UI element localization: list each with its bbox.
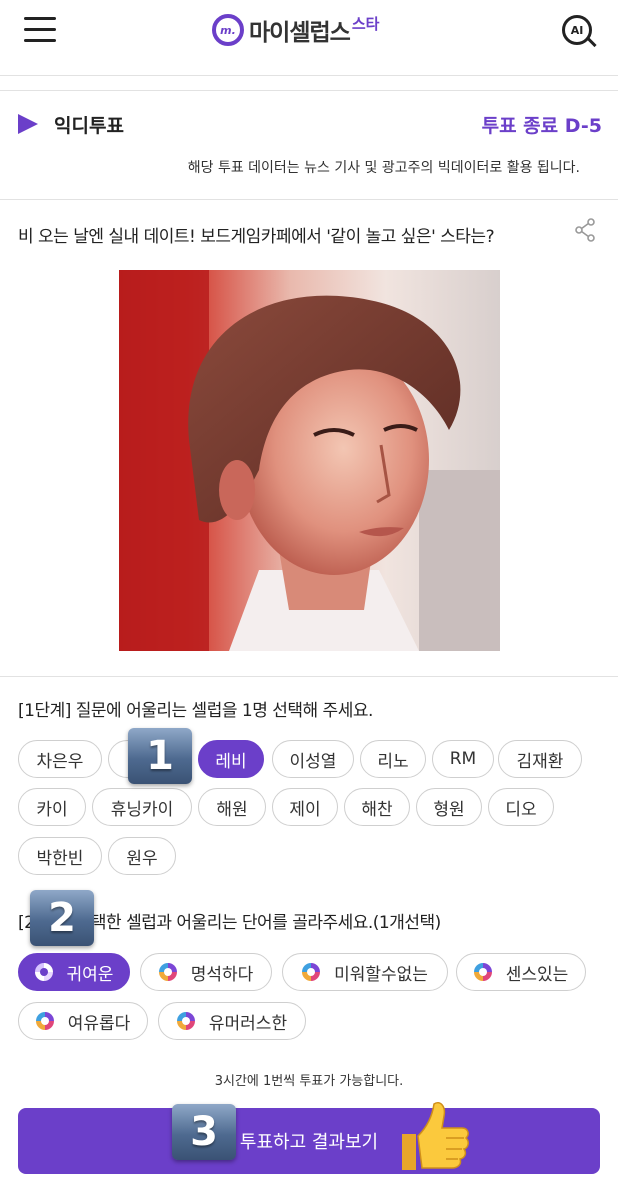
chip-label: 이성열 [289,751,337,772]
chip-label: 리노 [377,751,409,772]
vote-deadline: 투표 종료 D-5 [481,115,602,137]
play-icon [18,114,38,134]
word-chip[interactable]: 명석하다 [140,953,272,991]
divider [0,90,618,91]
chip-label: 제이 [289,799,321,820]
celeb-chip[interactable]: 해찬 [344,788,410,826]
celeb-chip[interactable]: 원우 [108,837,176,875]
ai-search-button[interactable]: AI [562,15,598,51]
word-option-icon [158,963,177,981]
chip-label: 박한빈 [36,848,84,869]
share-icon[interactable] [574,218,596,242]
chip-label: 해원 [216,799,248,820]
logo-superscript: 스타 [351,14,380,33]
vote-question: 비 오는 날엔 실내 데이트! 보드게임카페에서 '같이 놀고 싶은' 스타는? [18,227,495,247]
logo-text: 마이셀럽스 [249,20,351,46]
vote-section-title: 익디투표 [54,115,124,137]
word-chip-selected[interactable]: 귀여운 [18,953,130,991]
chip-label: 미워할수없는 [334,964,428,985]
celeb-chip[interactable]: 리노 [360,740,426,778]
word-chip[interactable]: 여유롭다 [18,1002,148,1040]
celeb-chip[interactable]: 김재환 [498,740,582,778]
chip-label: 귀여운 [66,964,114,985]
celeb-chip[interactable]: 카이 [18,788,86,826]
word-chip[interactable]: 유머러스한 [158,1002,306,1040]
celeb-photo [119,270,500,651]
celeb-chip[interactable]: RM [432,740,494,778]
word-option-icon [302,963,321,981]
hamburger-menu-icon[interactable] [24,17,56,45]
step-number-badge: 2 [30,890,94,946]
celeb-chip[interactable]: 해원 [198,788,266,826]
celeb-chip[interactable]: 형원 [416,788,482,826]
logo-mark-icon: m. [212,14,244,46]
chip-label: 디오 [505,799,537,820]
vote-data-notice: 해당 투표 데이터는 뉴스 기사 및 광고주의 빅데이터로 활용 됩니다. [187,160,580,176]
celeb-chip[interactable]: 박한빈 [18,837,102,875]
chip-label: 해찬 [361,799,393,820]
word-chip[interactable]: 미워할수없는 [282,953,448,991]
celeb-chip[interactable]: 휴닝카이 [92,788,192,826]
celeb-chip[interactable]: 디오 [488,788,554,826]
chip-label: 레비 [215,751,247,772]
divider [0,199,618,200]
vote-submit-button[interactable]: 투표하고 결과보기 [18,1108,600,1174]
vote-limit-note: 3시간에 1번씩 투표가 가능합니다. [214,1074,404,1089]
word-chip[interactable]: 센스있는 [456,953,586,991]
top-header: m. 마이셀럽스 스타 AI [0,0,618,76]
chip-label: 센스있는 [505,964,569,985]
word-option-icon [473,963,492,981]
word-option-icon [176,1012,195,1030]
chip-label: 김재환 [516,751,564,772]
step1-title: [1단계] 질문에 어울리는 셀럽을 1명 선택해 주세요. [18,701,373,721]
celeb-chip-selected[interactable]: 레비 [198,740,264,778]
thumbs-up-icon [396,1098,472,1174]
celeb-chip[interactable]: 이성열 [272,740,354,778]
chip-label: 명석하다 [190,964,254,985]
celeb-chip[interactable]: 제이 [272,788,338,826]
chip-label: 유머러스한 [208,1013,288,1034]
chip-label: RM [449,749,477,769]
chip-label: 여유롭다 [67,1013,131,1034]
chip-label: 차은우 [36,751,84,772]
chip-label: 형원 [433,799,465,820]
celeb-chip[interactable]: 차은우 [18,740,102,778]
step-number-badge: 3 [172,1104,236,1160]
step-number-badge: 1 [128,728,192,784]
divider [0,676,618,677]
word-option-icon [34,963,53,981]
submit-label: 투표하고 결과보기 [239,1132,379,1153]
chip-label: 원우 [126,848,158,869]
chip-label: 카이 [36,799,68,820]
word-option-icon [35,1012,54,1030]
site-logo[interactable]: m. 마이셀럽스 스타 [212,10,379,50]
chip-label: 휴닝카이 [110,799,174,820]
